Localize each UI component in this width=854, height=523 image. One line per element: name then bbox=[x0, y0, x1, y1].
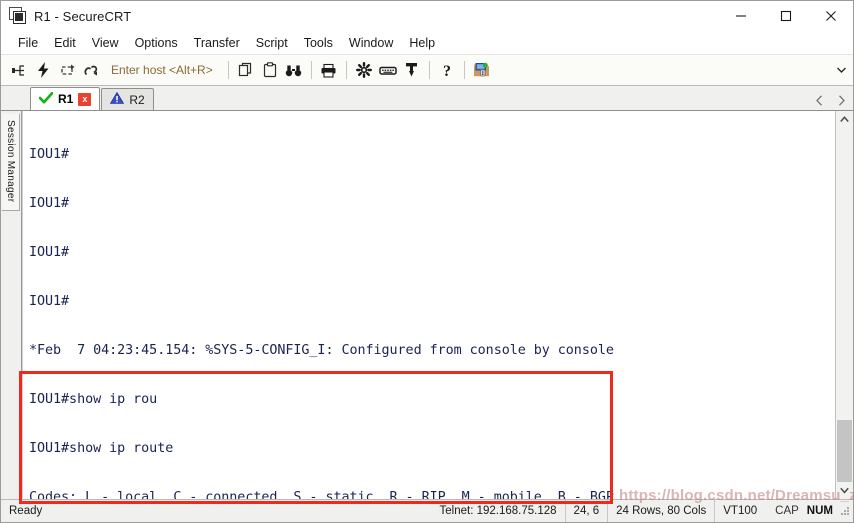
terminal-vertical-scrollbar[interactable] bbox=[835, 111, 853, 499]
session-manager-tab[interactable]: Session Manager bbox=[2, 114, 20, 212]
host-input[interactable]: Enter host <Alt+R> bbox=[103, 63, 223, 77]
reconnect-icon[interactable] bbox=[55, 58, 79, 82]
terminal-output[interactable]: IOU1# IOU1# IOU1# IOU1# *Feb 7 04:23:45.… bbox=[23, 111, 835, 499]
maximize-icon[interactable] bbox=[763, 1, 808, 31]
toolbar-separator bbox=[428, 61, 430, 79]
scrollbar-track[interactable] bbox=[836, 128, 853, 482]
menu-item-edit[interactable]: Edit bbox=[46, 34, 84, 52]
resize-grip-icon[interactable] bbox=[839, 505, 851, 517]
tab-nav-buttons bbox=[813, 93, 847, 107]
securecrt-app-icon bbox=[9, 7, 27, 25]
tab-r1[interactable]: R1 x bbox=[30, 87, 101, 110]
securecrt-window: R1 - SecureCRT File Edit View Options Tr… bbox=[0, 0, 854, 523]
scroll-tabs-right-icon[interactable] bbox=[835, 93, 847, 107]
warning-triangle-icon bbox=[110, 91, 125, 107]
close-icon[interactable] bbox=[808, 1, 853, 31]
session-manager-icon[interactable] bbox=[470, 58, 494, 82]
keymap-editor-icon[interactable] bbox=[376, 58, 400, 82]
scroll-up-arrow-icon[interactable] bbox=[836, 111, 853, 128]
title-bar: R1 - SecureCRT bbox=[1, 1, 853, 32]
status-ready: Ready bbox=[9, 505, 43, 517]
terminal-line: *Feb 7 04:23:45.154: %SYS-5-CONFIG_I: Co… bbox=[29, 342, 614, 358]
toolbar: Enter host <Alt+R> ? bbox=[1, 55, 853, 86]
menu-item-window[interactable]: Window bbox=[341, 34, 401, 52]
scroll-tabs-left-icon[interactable] bbox=[813, 93, 825, 107]
session-tab-bar: R1 x R2 bbox=[1, 86, 853, 111]
terminal-line: IOU1# bbox=[29, 293, 70, 309]
toolbar-separator bbox=[310, 61, 312, 79]
print-icon[interactable] bbox=[317, 58, 341, 82]
body-area: Session Manager IOU1# IOU1# IOU1# IOU1# … bbox=[1, 111, 853, 499]
disconnect-icon[interactable] bbox=[79, 58, 103, 82]
menu-item-file[interactable]: File bbox=[10, 34, 46, 52]
tab-label-r1: R1 bbox=[58, 92, 74, 106]
quick-connect-icon[interactable] bbox=[31, 58, 55, 82]
terminal-line: IOU1# bbox=[29, 146, 70, 162]
connected-check-icon bbox=[38, 91, 54, 107]
terminal-line: IOU1# bbox=[29, 195, 70, 211]
status-screen-size: 24 Rows, 80 Cols bbox=[607, 500, 714, 522]
menu-item-tools[interactable]: Tools bbox=[296, 34, 341, 52]
toolbar-separator bbox=[345, 61, 347, 79]
minimize-icon[interactable] bbox=[718, 1, 763, 31]
help-icon[interactable]: ? bbox=[435, 58, 459, 82]
toolbar-separator bbox=[227, 61, 229, 79]
session-options-icon[interactable] bbox=[352, 58, 376, 82]
window-title: R1 - SecureCRT bbox=[34, 8, 132, 24]
status-connection: Telnet: 192.168.75.128 bbox=[439, 505, 557, 517]
toolbar-separator bbox=[463, 61, 465, 79]
terminal-line: IOU1#show ip route bbox=[29, 440, 174, 456]
tab-label-r2: R2 bbox=[129, 92, 145, 107]
session-manager-rail: Session Manager bbox=[1, 111, 22, 499]
find-icon[interactable] bbox=[282, 58, 306, 82]
menu-item-transfer[interactable]: Transfer bbox=[186, 34, 248, 52]
menu-item-view[interactable]: View bbox=[84, 34, 127, 52]
status-emulation: VT100 bbox=[714, 500, 765, 522]
terminal-line: IOU1# bbox=[29, 244, 70, 260]
terminal-pane[interactable]: IOU1# IOU1# IOU1# IOU1# *Feb 7 04:23:45.… bbox=[22, 111, 835, 499]
key-icon[interactable] bbox=[400, 58, 424, 82]
terminal-line: Codes: L - local, C - connected, S - sta… bbox=[29, 489, 614, 499]
window-controls bbox=[718, 1, 853, 31]
copy-icon[interactable] bbox=[234, 58, 258, 82]
menu-bar: File Edit View Options Transfer Script T… bbox=[1, 32, 853, 55]
scroll-down-arrow-icon[interactable] bbox=[836, 482, 853, 499]
status-cursor-position: 24, 6 bbox=[564, 500, 608, 522]
connect-icon[interactable] bbox=[7, 58, 31, 82]
tab-r2[interactable]: R2 bbox=[101, 88, 154, 110]
scrollbar-thumb[interactable] bbox=[837, 420, 852, 482]
session-manager-label: Session Manager bbox=[5, 120, 16, 203]
menu-item-help[interactable]: Help bbox=[401, 34, 443, 52]
toolbar-overflow-chevron-down-icon[interactable] bbox=[835, 64, 847, 76]
paste-icon[interactable] bbox=[258, 58, 282, 82]
menu-item-options[interactable]: Options bbox=[127, 34, 186, 52]
status-num-lock: NUM bbox=[806, 505, 833, 517]
status-caps-lock: CAP bbox=[775, 505, 799, 517]
terminal-line: IOU1#show ip rou bbox=[29, 391, 158, 407]
status-bar: Ready Telnet: 192.168.75.128 24, 6 24 Ro… bbox=[1, 499, 853, 522]
menu-item-script[interactable]: Script bbox=[248, 34, 296, 52]
tab-close-icon[interactable]: x bbox=[78, 92, 92, 106]
svg-text:?: ? bbox=[443, 63, 451, 79]
